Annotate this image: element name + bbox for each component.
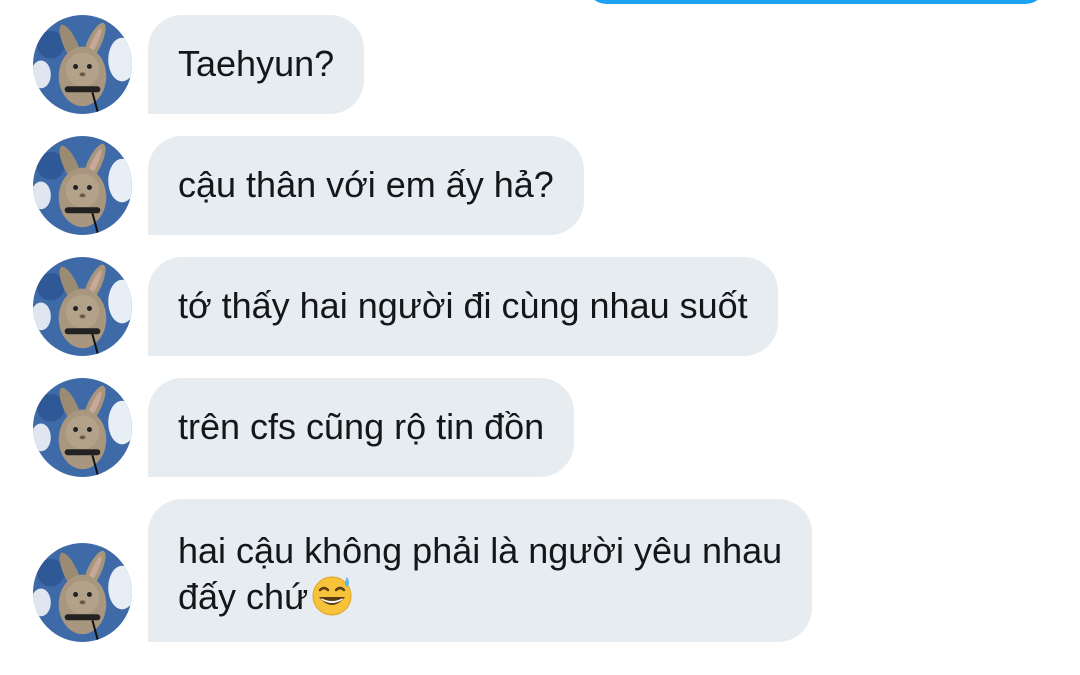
rabbit-avatar-icon xyxy=(33,543,132,642)
message-text: trên cfs cũng rộ tin đồn xyxy=(178,406,545,447)
message-text-line-1: hai cậu không phải là người yêu nhau xyxy=(178,530,783,571)
grinning-face-with-sweat-emoji xyxy=(310,573,354,617)
message-text: đấy chứ xyxy=(178,576,309,617)
sender-avatar[interactable] xyxy=(33,257,132,356)
sender-avatar[interactable] xyxy=(33,15,132,114)
message-bubble[interactable]: tớ thấy hai người đi cùng nhau suốt xyxy=(148,257,778,356)
message-bubble[interactable]: cậu thân với em ấy hả? xyxy=(148,136,584,235)
sender-avatar[interactable] xyxy=(33,543,132,642)
rabbit-avatar-icon xyxy=(33,15,132,114)
message-bubble[interactable]: hai cậu không phải là người yêu nhau đấy… xyxy=(148,499,813,642)
rabbit-avatar-icon xyxy=(33,378,132,477)
rabbit-avatar-icon xyxy=(33,257,132,356)
message-text-line-2: đấy chứ xyxy=(178,573,782,619)
rabbit-avatar-icon xyxy=(33,136,132,235)
message-bubble[interactable]: Taehyun? xyxy=(148,15,365,114)
message-text: tớ thấy hai người đi cùng nhau suốt xyxy=(178,285,748,326)
message-bubble[interactable]: trên cfs cũng rộ tin đồn xyxy=(148,378,575,477)
sent-message-bubble-edge xyxy=(585,0,1047,4)
sender-avatar[interactable] xyxy=(33,136,132,235)
message-text: cậu thân với em ấy hả? xyxy=(178,164,554,205)
message-text: Taehyun? xyxy=(178,43,335,84)
sender-avatar[interactable] xyxy=(33,378,132,477)
